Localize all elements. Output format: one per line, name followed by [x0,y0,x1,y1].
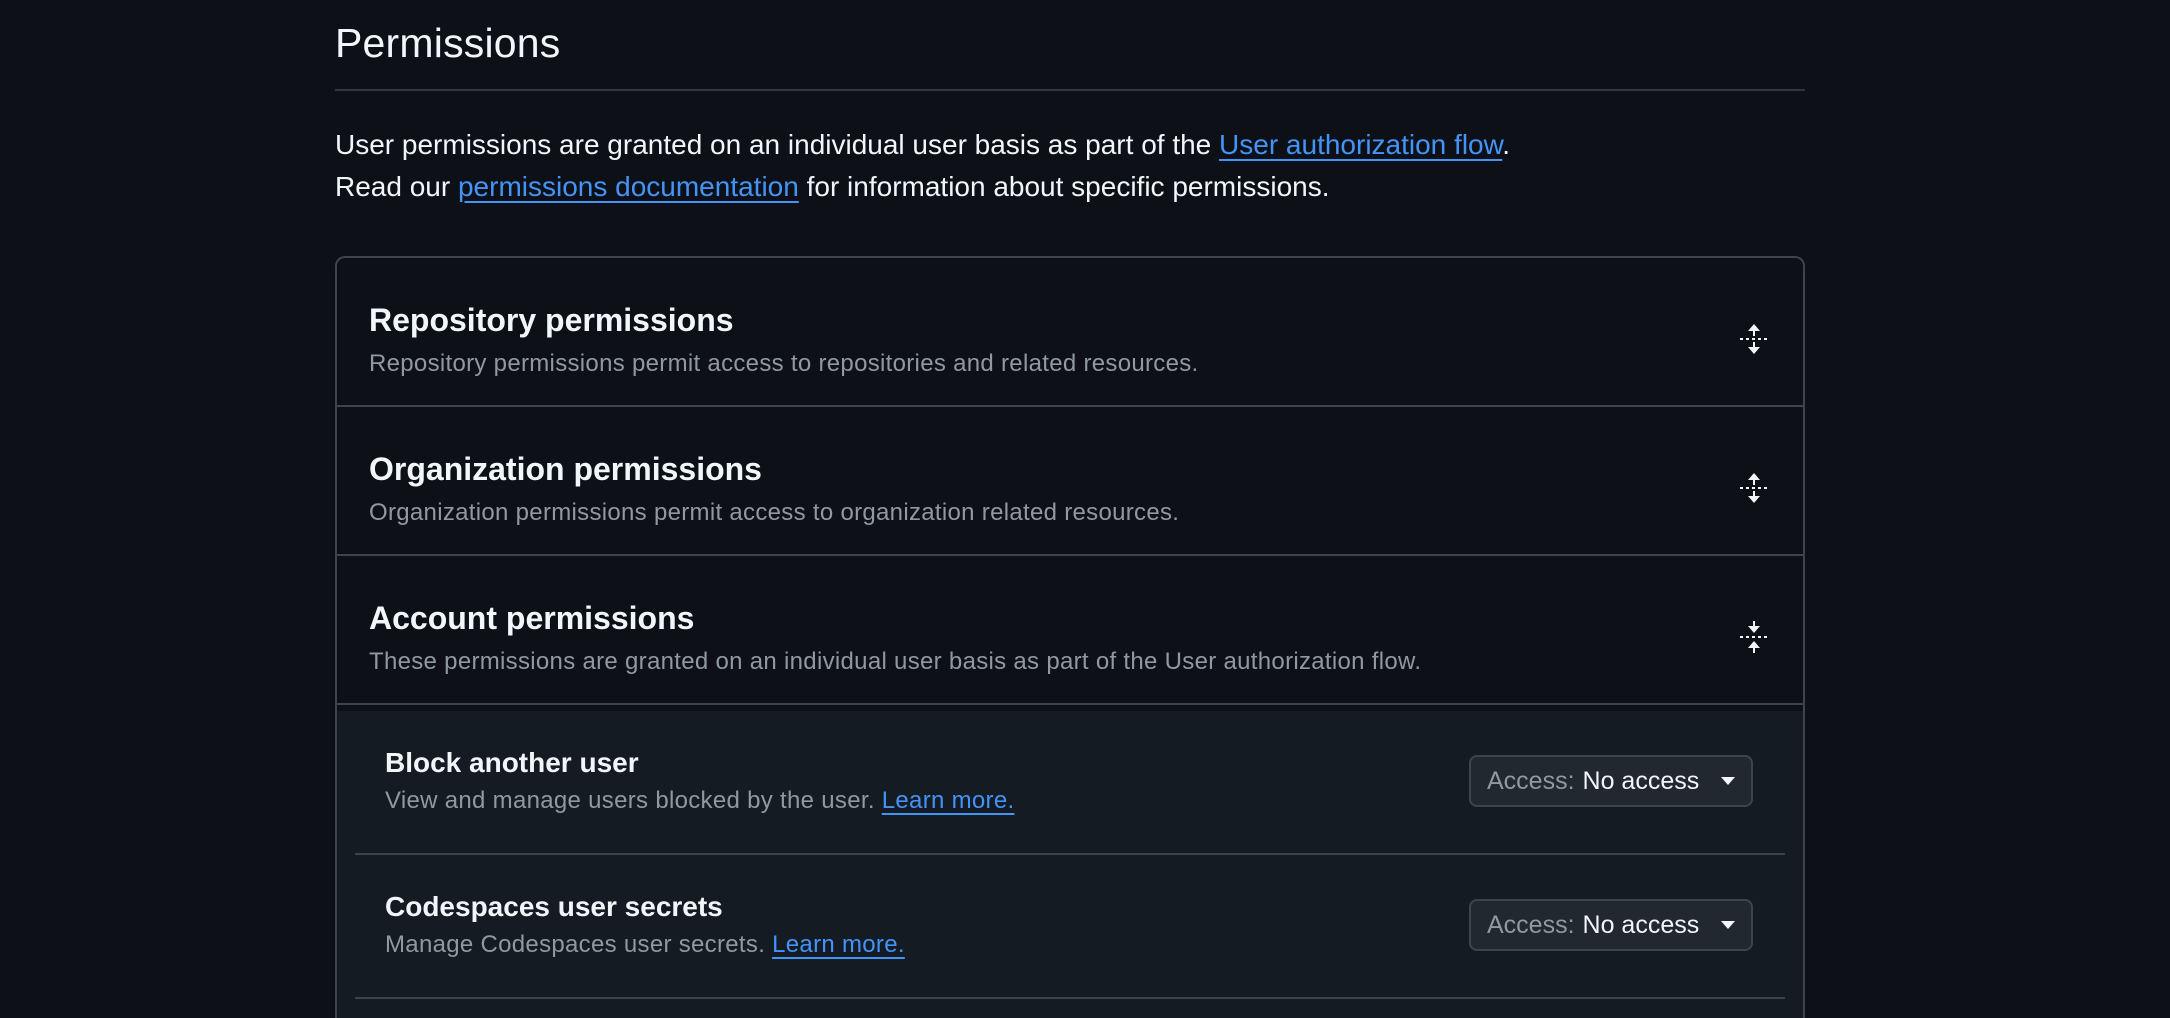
permission-description: View and manage users blocked by the use… [385,787,1014,815]
permissions-panel: Repository permissions Repository permis… [335,256,1805,1018]
section-description: These permissions are granted on an indi… [369,648,1422,675]
learn-more-link[interactable]: Learn more. [882,787,1015,814]
section-description: Organization permissions permit access t… [369,499,1180,526]
account-permissions-list: Block another user View and manage users… [337,711,1803,1018]
title-divider [335,89,1805,91]
intro-line-1-suffix: . [1502,129,1511,160]
access-select-button[interactable]: Access: No access [1469,899,1753,951]
account-permissions-section[interactable]: Account permissions These permissions ar… [337,556,1803,705]
unfold-icon[interactable] [1737,471,1771,505]
fold-icon[interactable] [1737,620,1771,654]
permission-title: Block another user [385,747,639,778]
access-label: Access: [1487,766,1575,795]
user-authorization-flow-link[interactable]: User authorization flow [1219,129,1502,160]
permission-description-text: Manage Codespaces user secrets. [385,931,773,958]
access-label: Access: [1487,910,1575,939]
list-item: Block another user View and manage users… [355,711,1785,855]
permission-description-text: View and manage users blocked by the use… [385,787,882,814]
section-description: Repository permissions permit access to … [369,350,1199,377]
access-value: No access [1582,766,1700,795]
intro-text: User permissions are granted on an indiv… [335,124,1805,208]
permission-description: Manage Codespaces user secrets. Learn mo… [385,931,905,959]
learn-more-link[interactable]: Learn more. [772,931,905,958]
repository-permissions-section[interactable]: Repository permissions Repository permis… [337,258,1803,407]
intro-line-2: Read our permissions documentation for i… [335,166,1805,208]
section-title: Repository permissions [369,302,734,338]
triangle-down-icon [1721,777,1735,785]
access-value: No access [1582,910,1700,939]
page-title: Permissions [335,20,561,66]
intro-line-2-prefix: Read our [335,171,458,202]
triangle-down-icon [1721,921,1735,929]
permission-title: Codespaces user secrets [385,891,723,922]
intro-line-1: User permissions are granted on an indiv… [335,124,1805,166]
list-item: Codespaces user secrets Manage Codespace… [355,855,1785,999]
access-select-button[interactable]: Access: No access [1469,755,1753,807]
organization-permissions-section[interactable]: Organization permissions Organization pe… [337,407,1803,556]
unfold-icon[interactable] [1737,322,1771,356]
intro-line-1-prefix: User permissions are granted on an indiv… [335,129,1220,160]
section-title: Account permissions [369,600,695,636]
section-title: Organization permissions [369,451,762,487]
intro-line-2-suffix: for information about specific permissio… [798,171,1330,202]
permissions-documentation-link[interactable]: permissions documentation [458,171,799,202]
